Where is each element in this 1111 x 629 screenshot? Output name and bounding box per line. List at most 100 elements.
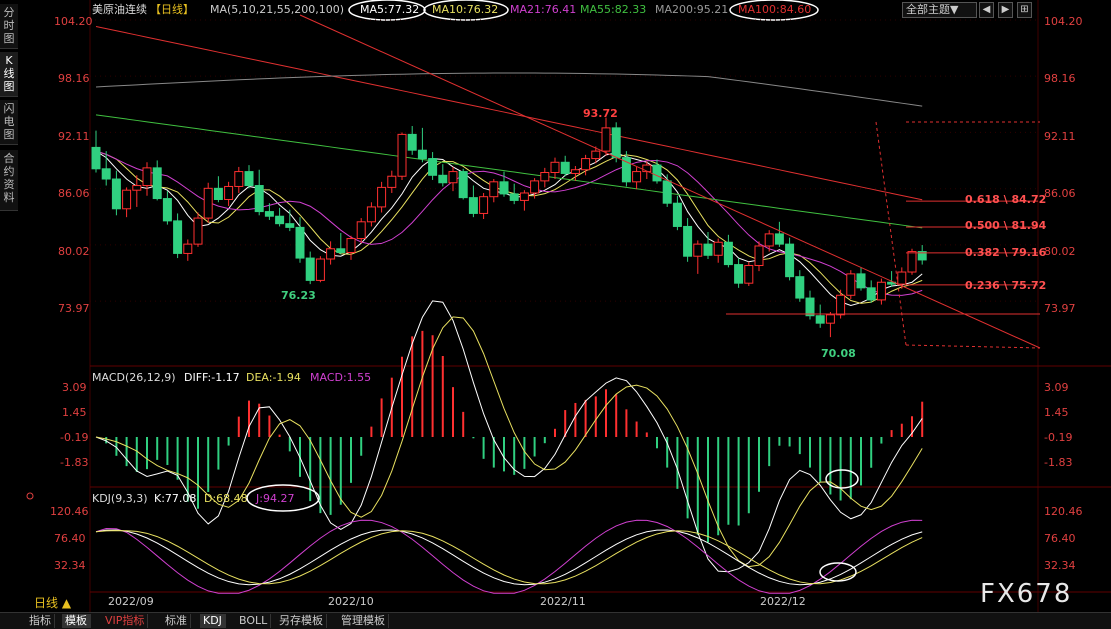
candle-body: [723, 241, 733, 266]
period-title: 【日线】: [150, 2, 194, 16]
tab-label: 合约资料: [3, 152, 15, 204]
candle-body: [122, 189, 132, 210]
prev-button[interactable]: ◀: [979, 2, 994, 18]
fx678-watermark: FX678: [980, 579, 1072, 609]
tab-standard[interactable]: 标准: [162, 614, 191, 628]
candle-body: [662, 180, 672, 204]
ma100-line: [95, 26, 923, 201]
period-selector[interactable]: 日线 ▲: [34, 594, 71, 611]
kdj-settings-icon[interactable]: [26, 492, 34, 500]
price-tick-left: 104.20: [54, 15, 93, 28]
date-label: 2022/11: [540, 595, 586, 608]
candle-body: [550, 161, 560, 174]
price-tick-right: 73.97: [1044, 302, 1076, 315]
kdj-k: K:77.08: [154, 492, 196, 505]
fib-label-382: 0.382 \ 79.16: [965, 246, 1047, 259]
candle-body: [326, 248, 336, 260]
candle-body: [683, 225, 693, 257]
candle-body: [142, 167, 152, 187]
ma100-value: MA100:84.60: [738, 3, 811, 16]
kdj-tick-left: 120.46: [50, 505, 89, 518]
kdj-title: KDJ(9,3,3): [92, 492, 148, 505]
candle-body: [397, 133, 407, 177]
ma-lines: [95, 26, 923, 307]
macd-value: MACD:1.55: [310, 371, 371, 384]
candle-body: [581, 158, 591, 171]
price-tick-right: 98.16: [1044, 72, 1076, 85]
tab-flash[interactable]: 闪电图: [0, 100, 18, 145]
layout-button[interactable]: ⊞: [1017, 2, 1032, 18]
theme-select[interactable]: 全部主题▼: [902, 2, 977, 18]
candle-body: [101, 168, 111, 180]
candle-body: [744, 265, 754, 284]
fib-label-618: 0.618 \ 84.72: [965, 193, 1046, 206]
candle-body: [672, 202, 682, 227]
candle-body: [275, 215, 285, 225]
bottom-toolbar: 指标 模板 VIP指标 标准 KDJ BOLL 另存模板 管理模板: [0, 612, 1111, 629]
tab-indicator[interactable]: 指标: [26, 614, 55, 628]
candle-body: [785, 243, 795, 278]
ma-params: MA(5,10,21,55,200,100): [210, 3, 344, 16]
candle-body: [703, 243, 713, 256]
price-tick-left: 86.06: [58, 187, 90, 200]
ma5-value: MA5:77.32: [360, 3, 419, 16]
candle-body: [448, 171, 458, 184]
candle-body: [203, 187, 213, 219]
macd-tick-right: -1.83: [1044, 456, 1072, 469]
candle-body: [387, 175, 397, 188]
tab-label: K线图: [3, 54, 15, 93]
kdj-d: D:68.48: [204, 492, 248, 505]
price-tick-right: 92.11: [1044, 130, 1076, 143]
macd-dea-line: [95, 316, 923, 568]
macd-tick-left: 3.09: [62, 381, 87, 394]
candle-body: [366, 206, 376, 223]
chart-canvas: 美原油连续 【日线】 MA(5,10,21,55,200,100) MA5:77…: [26, 0, 1111, 612]
macd-title: MACD(26,12,9): [92, 371, 176, 384]
candle-body: [509, 193, 519, 201]
tab-boll[interactable]: BOLL: [236, 614, 272, 628]
candle-body: [897, 271, 907, 285]
candle-body: [407, 133, 417, 151]
candle-body: [499, 181, 509, 195]
tab-label: 闪电图: [3, 102, 15, 141]
tab-save-template[interactable]: 另存模板: [276, 614, 327, 628]
candle-body: [213, 187, 223, 200]
tab-contract-info[interactable]: 合约资料: [0, 150, 18, 211]
candle-body: [540, 172, 550, 182]
kdj-d-line: [95, 530, 923, 585]
candle-body: [530, 180, 540, 194]
fib-label-236: 0.236 \ 75.72: [965, 279, 1046, 292]
candle-body: [111, 178, 121, 210]
candle-body: [805, 297, 815, 317]
candle-body: [693, 243, 703, 257]
candle-body: [91, 146, 101, 170]
ma55-line: [95, 114, 923, 229]
candle-body: [479, 196, 489, 214]
candle-body: [295, 226, 305, 259]
candle-body: [336, 248, 346, 253]
fib-base-line: [905, 344, 1041, 349]
tab-timeshare[interactable]: 分时图: [0, 4, 18, 49]
symbol-title: 美原油连续: [92, 2, 147, 16]
ma55-value: MA55:82.33: [580, 3, 646, 16]
candle-body: [346, 238, 356, 253]
tab-manage-template[interactable]: 管理模板: [338, 614, 389, 628]
tab-template[interactable]: 模板: [62, 614, 91, 628]
candle-body: [183, 243, 193, 254]
candle-body: [815, 315, 825, 324]
tab-vip-indicator[interactable]: VIP指标: [102, 614, 149, 628]
candle-body: [193, 217, 203, 245]
candle-body: [907, 251, 917, 273]
candle-body: [468, 197, 478, 214]
price-tick-right: 80.02: [1044, 245, 1076, 258]
kdj-chart: [95, 519, 923, 594]
price-tick-left: 73.97: [58, 302, 90, 315]
tab-kdj[interactable]: KDJ: [200, 614, 226, 628]
date-label: 2022/09: [108, 595, 154, 608]
tab-kline[interactable]: K线图: [0, 52, 18, 97]
candle-body: [519, 192, 529, 201]
next-button[interactable]: ▶: [998, 2, 1013, 18]
ma200-line: [95, 72, 923, 107]
candle-body: [632, 171, 642, 183]
candle-body: [428, 158, 438, 176]
